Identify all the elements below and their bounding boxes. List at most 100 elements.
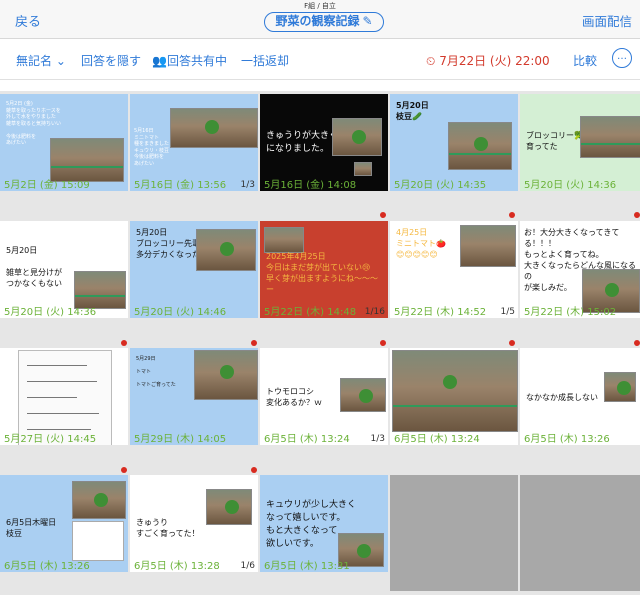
garden-photo — [448, 122, 512, 170]
hide-answers-button[interactable]: 回答を隠す — [81, 52, 141, 69]
card-timestamp: 6月5日 (木) 13:31 — [264, 561, 350, 572]
garden-photo — [170, 108, 258, 148]
answer-card[interactable]: なかなか成長しない 6月5日 (木) 13:26 — [520, 348, 640, 445]
page-count: 1/6 — [240, 561, 255, 571]
garden-photo — [196, 229, 256, 271]
deadline-label: 7月22日 (火) 22:00 — [439, 54, 550, 68]
answer-card[interactable]: きゅうり すごく育ってた！ 6月5日 (木) 13:28 1/6 — [130, 475, 258, 572]
sharing-button[interactable]: 👥回答共有中 — [152, 52, 227, 69]
new-badge — [380, 212, 386, 218]
new-badge — [509, 212, 515, 218]
card-text: 2025年4月25日 今日はまだ芽が出ていない😢 早く芽が出ますようにね〜〜〜 … — [266, 252, 378, 294]
card-text: 5月20日 雑草と見分けが つかなくもない — [6, 246, 62, 288]
answer-card[interactable]: 6月5日 (木) 13:24 — [390, 348, 518, 445]
answer-card[interactable]: トウモロコシ 変化あるか？ｗ 6月5日 (木) 13:24 1/3 — [260, 348, 388, 445]
card-timestamp: 5月20日 (火) 14:36 — [4, 307, 97, 318]
new-badge — [634, 212, 640, 218]
garden-photo-thumbnail — [354, 162, 372, 176]
unnamed-dropdown[interactable]: 無記名 ⌄ — [16, 52, 66, 69]
card-timestamp: 6月5日 (木) 13:24 — [264, 434, 350, 445]
card-text: きゅうり すごく育ってた！ — [136, 518, 200, 538]
bulk-return-button[interactable]: 一括返却 — [241, 52, 289, 69]
top-bar: 戻る F組 / 自立 野菜の観察記録 ✎ 画面配信 — [0, 0, 640, 39]
compare-button[interactable]: 比較 — [573, 52, 597, 69]
new-badge — [380, 340, 386, 346]
class-label: F組 / 自立 — [304, 2, 336, 10]
page-count: 1/16 — [364, 307, 385, 317]
garden-photo — [264, 227, 304, 253]
card-timestamp: 5月16日 (金) 13:56 — [134, 180, 227, 191]
card-timestamp: 5月27日 (火) 14:45 — [4, 434, 97, 445]
card-text: ブロッコリー🥦 育ってた — [526, 131, 584, 151]
card-timestamp: 6月5日 (木) 13:26 — [524, 434, 610, 445]
card-small-text: 5月16日 ミニトマト 種をまきました キュウリ・枝豆 今後は肥料を あげたい — [134, 128, 170, 167]
card-timestamp: 5月20日 (火) 14:35 — [394, 180, 487, 191]
pencil-icon: ✎ — [362, 14, 373, 28]
new-badge — [509, 340, 515, 346]
card-text: 5月20日 ブロッコリー先輩 多分デカくなった — [136, 228, 200, 259]
answer-card[interactable]: 6月5日木曜日 枝豆 6月5日 (木) 13:26 — [0, 475, 128, 572]
card-timestamp: 5月20日 (火) 14:36 — [524, 180, 617, 191]
garden-photo — [332, 118, 382, 156]
answer-card[interactable]: 5月20日 雑草と見分けが つかなくもない 5月20日 (火) 14:36 — [0, 221, 128, 318]
answer-card[interactable]: 5月2日 (金) 雑草を取ったりホースを 外して水をやりました 雑草を取ると気持… — [0, 94, 128, 191]
answer-card[interactable]: 5月20日 ブロッコリー先輩 多分デカくなった 5月20日 (火) 14:46 — [130, 221, 258, 318]
card-timestamp: 6月5日 (木) 13:24 — [394, 434, 480, 445]
card-text: トウモロコシ 変化あるか？ｗ — [266, 387, 322, 407]
card-timestamp: 5月22日 (木) 15:02 — [524, 307, 617, 318]
garden-photo — [580, 116, 640, 158]
garden-photo — [460, 225, 516, 267]
answer-card[interactable]: 5月20日 枝豆🥒 5月20日 (火) 14:35 — [390, 94, 518, 191]
new-badge — [121, 340, 127, 346]
page-count: 1/5 — [500, 307, 515, 317]
garden-photo — [72, 481, 126, 519]
new-badge — [251, 467, 257, 473]
garden-photo — [206, 489, 252, 525]
answer-card[interactable]: 4月25日 ミニトマト🍅 😊😊😊😊😊 5月22日 (木) 14:52 1/5 — [390, 221, 518, 318]
card-timestamp: 5月20日 (火) 14:46 — [134, 307, 227, 318]
card-small-text: 5月29日 トマト トマトご育ってた — [136, 356, 176, 388]
screen-deliver-button[interactable]: 画面配信 — [582, 11, 632, 30]
clock-icon: ⏲ — [426, 54, 436, 68]
answer-card[interactable]: お！大分大きくなってきて る！！！ もっとよく育ってね。 大きくなったらどんな風… — [520, 221, 640, 318]
card-timestamp: 6月5日 (木) 13:28 — [134, 561, 220, 572]
card-text: 5月20日 枝豆🥒 — [396, 101, 429, 121]
text-box — [72, 521, 124, 561]
card-timestamp: 5月2日 (金) 15:09 — [4, 180, 90, 191]
garden-photo — [392, 350, 518, 432]
card-timestamp: 5月29日 (木) 14:05 — [134, 434, 227, 445]
chevron-down-icon: ⌄ — [55, 54, 66, 68]
sharing-label: 回答共有中 — [166, 54, 227, 68]
answer-card[interactable]: 5月16日 ミニトマト 種をまきました キュウリ・枝豆 今後は肥料を あげたい … — [130, 94, 258, 191]
page-title: 野菜の観察記録 — [275, 14, 360, 28]
page-count: 1/3 — [240, 180, 255, 190]
card-text: 6月5日木曜日 枝豆 — [6, 518, 57, 538]
title-button[interactable]: 野菜の観察記録 ✎ — [264, 12, 384, 32]
card-text: 4月25日 ミニトマト🍅 😊😊😊😊😊 — [396, 228, 446, 259]
empty-slot — [520, 475, 640, 591]
people-icon: 👥 — [152, 54, 167, 68]
card-text: なかなか成長しない — [526, 393, 598, 402]
page-count: 1/3 — [370, 434, 385, 444]
more-icon[interactable]: … — [612, 48, 632, 68]
answer-card[interactable]: キュウリが少し大きく なって嬉しいです。 もと大きくなって 欲しいです。 6月5… — [260, 475, 388, 572]
answer-card[interactable]: ブロッコリー🥦 育ってた 5月20日 (火) 14:36 — [520, 94, 640, 191]
back-button[interactable]: 戻る — [15, 11, 41, 30]
toolbar: 無記名 ⌄ 回答を隠す 👥回答共有中 一括返却 ⏲ 7月22日 (火) 22:0… — [0, 39, 640, 80]
deadline-button[interactable]: ⏲ 7月22日 (火) 22:00 — [426, 52, 550, 69]
card-timestamp: 5月16日 (金) 14:08 — [264, 180, 357, 191]
garden-photo — [604, 372, 636, 402]
card-text: きゅうりが大きく になりました。 — [266, 131, 339, 154]
garden-photo — [340, 378, 386, 412]
card-timestamp: 6月5日 (木) 13:26 — [4, 561, 90, 572]
new-badge — [251, 340, 257, 346]
empty-slot — [390, 475, 518, 591]
new-badge — [121, 467, 127, 473]
unnamed-label: 無記名 — [16, 54, 53, 68]
new-badge — [634, 340, 640, 346]
answer-card[interactable]: 5月27日 (火) 14:45 — [0, 348, 128, 445]
answer-card[interactable]: 2025年4月25日 今日はまだ芽が出ていない😢 早く芽が出ますようにね〜〜〜 … — [260, 221, 388, 318]
answer-card[interactable]: 5月29日 トマト トマトご育ってた 5月29日 (木) 14:05 — [130, 348, 258, 445]
card-timestamp: 5月22日 (木) 14:48 — [264, 307, 357, 318]
answer-card[interactable]: きゅうりが大きく になりました。 5月16日 (金) 14:08 — [260, 94, 388, 191]
